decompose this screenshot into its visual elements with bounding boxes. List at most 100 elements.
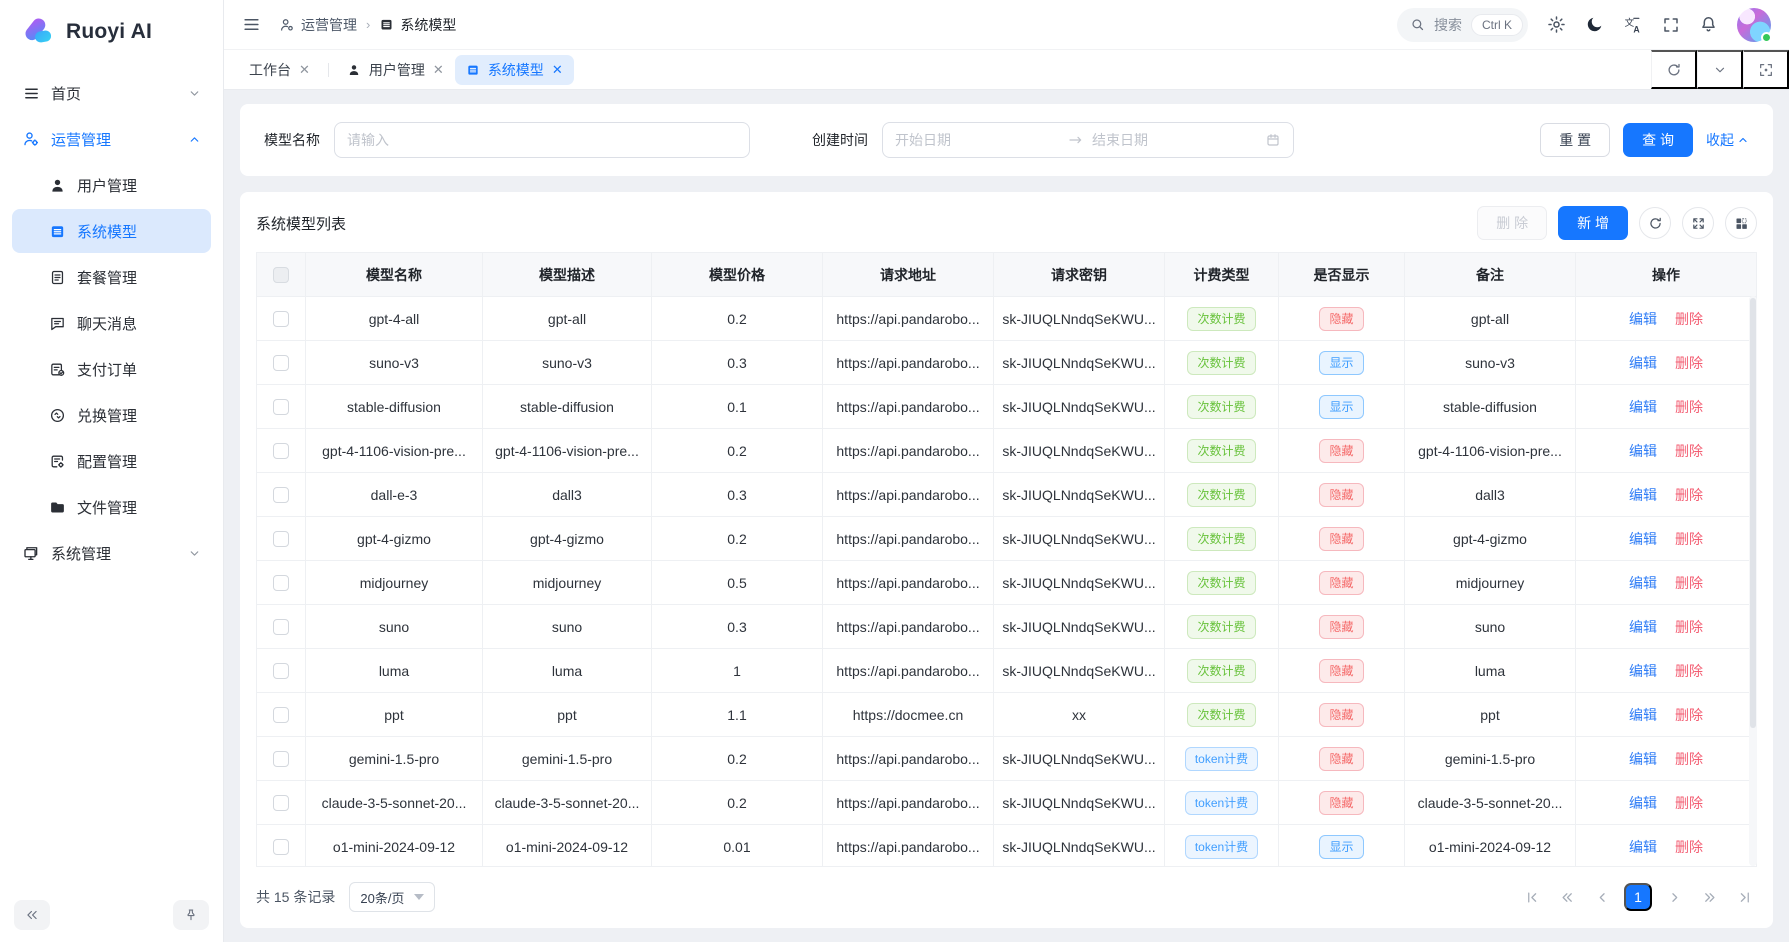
sidebar-item-operations[interactable]: 运营管理 xyxy=(12,117,211,161)
model-list-icon xyxy=(466,63,480,77)
row-checkbox[interactable] xyxy=(273,311,289,327)
sidebar-item-system-models[interactable]: 系统模型 xyxy=(12,209,211,253)
settings-gear-icon[interactable] xyxy=(1547,15,1566,34)
row-checkbox[interactable] xyxy=(273,839,289,855)
sidebar-item-chat-messages[interactable]: 聊天消息 xyxy=(12,301,211,345)
edit-link[interactable]: 编辑 xyxy=(1629,575,1657,591)
table-scrollbar[interactable] xyxy=(1749,296,1757,866)
row-checkbox[interactable] xyxy=(273,487,289,503)
sidebar-item-home[interactable]: 首页 xyxy=(12,71,211,115)
date-range-input[interactable]: 开始日期 结束日期 xyxy=(882,122,1294,158)
fullscreen-icon[interactable] xyxy=(1662,16,1680,34)
sidebar-item-payment-orders[interactable]: 支付订单 xyxy=(12,347,211,391)
reset-button[interactable]: 重 置 xyxy=(1540,123,1610,157)
tab-user-management[interactable]: 用户管理 ✕ xyxy=(336,55,455,85)
refresh-icon[interactable] xyxy=(1639,207,1671,239)
table-fullscreen-icon[interactable] xyxy=(1682,207,1714,239)
sidebar-item-user-management[interactable]: 用户管理 xyxy=(12,163,211,207)
row-checkbox[interactable] xyxy=(273,575,289,591)
notifications-bell-icon[interactable] xyxy=(1699,15,1718,34)
delete-link[interactable]: 删除 xyxy=(1675,707,1703,723)
visibility-badge: 隐藏 xyxy=(1319,527,1363,551)
delete-link[interactable]: 删除 xyxy=(1675,619,1703,635)
collapse-sidebar-button[interactable] xyxy=(14,900,50,930)
edit-link[interactable]: 编辑 xyxy=(1629,839,1657,855)
first-page-button[interactable] xyxy=(1519,884,1545,910)
brand[interactable]: Ruoyi AI xyxy=(0,0,223,61)
refresh-icon[interactable] xyxy=(1651,50,1697,89)
jump-forward-button[interactable] xyxy=(1696,884,1722,910)
collapse-filter-link[interactable]: 收起 xyxy=(1706,130,1749,150)
cell-remark: o1-mini-2024-09-12 xyxy=(1405,825,1576,868)
edit-link[interactable]: 编辑 xyxy=(1629,707,1657,723)
page-size-select[interactable]: 20条/页 xyxy=(349,882,435,912)
delete-link[interactable]: 删除 xyxy=(1675,487,1703,503)
row-checkbox[interactable] xyxy=(273,707,289,723)
edit-link[interactable]: 编辑 xyxy=(1629,663,1657,679)
dark-mode-moon-icon[interactable] xyxy=(1585,15,1604,34)
global-search-input[interactable]: 搜索 Ctrl K xyxy=(1397,8,1528,42)
select-all-checkbox[interactable] xyxy=(273,267,289,283)
close-icon[interactable]: ✕ xyxy=(433,63,444,76)
jump-back-button[interactable] xyxy=(1554,884,1580,910)
delete-link[interactable]: 删除 xyxy=(1675,355,1703,371)
row-checkbox[interactable] xyxy=(273,355,289,371)
edit-link[interactable]: 编辑 xyxy=(1629,619,1657,635)
delete-link[interactable]: 删除 xyxy=(1675,575,1703,591)
scrollbar-thumb[interactable] xyxy=(1750,298,1756,728)
delete-link[interactable]: 删除 xyxy=(1675,311,1703,327)
row-checkbox[interactable] xyxy=(273,751,289,767)
add-button[interactable]: 新 增 xyxy=(1558,206,1628,240)
search-button[interactable]: 查 询 xyxy=(1623,123,1693,157)
column-settings-icon[interactable] xyxy=(1725,207,1757,239)
tab-workbench[interactable]: 工作台 ✕ xyxy=(238,55,321,85)
delete-link[interactable]: 删除 xyxy=(1675,443,1703,459)
close-icon[interactable]: ✕ xyxy=(299,63,310,76)
row-checkbox[interactable] xyxy=(273,399,289,415)
close-icon[interactable]: ✕ xyxy=(552,63,563,76)
delete-link[interactable]: 删除 xyxy=(1675,839,1703,855)
bulk-delete-button[interactable]: 删 除 xyxy=(1477,206,1547,240)
cell-model-price: 0.2 xyxy=(652,737,823,781)
prev-page-button[interactable] xyxy=(1589,884,1615,910)
current-page-button[interactable]: 1 xyxy=(1624,883,1652,911)
edit-link[interactable]: 编辑 xyxy=(1629,311,1657,327)
sidebar-item-config[interactable]: 配置管理 xyxy=(12,439,211,483)
edit-link[interactable]: 编辑 xyxy=(1629,795,1657,811)
next-page-button[interactable] xyxy=(1661,884,1687,910)
row-checkbox[interactable] xyxy=(273,663,289,679)
edit-link[interactable]: 编辑 xyxy=(1629,751,1657,767)
billing-type-badge: token计费 xyxy=(1185,791,1258,815)
edit-link[interactable]: 编辑 xyxy=(1629,487,1657,503)
delete-link[interactable]: 删除 xyxy=(1675,795,1703,811)
edit-link[interactable]: 编辑 xyxy=(1629,443,1657,459)
user-avatar[interactable] xyxy=(1737,8,1771,42)
sidebar-item-packages[interactable]: 套餐管理 xyxy=(12,255,211,299)
breadcrumb-system-models[interactable]: 系统模型 xyxy=(379,15,456,35)
hamburger-menu-icon[interactable] xyxy=(242,15,261,34)
row-checkbox[interactable] xyxy=(273,795,289,811)
edit-link[interactable]: 编辑 xyxy=(1629,399,1657,415)
delete-link[interactable]: 删除 xyxy=(1675,531,1703,547)
tab-system-models[interactable]: 系统模型 ✕ xyxy=(455,55,574,85)
sidebar-item-redeem[interactable]: 兑换管理 xyxy=(12,393,211,437)
row-checkbox[interactable] xyxy=(273,531,289,547)
row-checkbox[interactable] xyxy=(273,443,289,459)
table-footer: 共 15 条记录 20条/页 1 xyxy=(256,867,1757,914)
edit-link[interactable]: 编辑 xyxy=(1629,531,1657,547)
sidebar-item-files[interactable]: 文件管理 xyxy=(12,485,211,529)
pin-sidebar-button[interactable] xyxy=(173,900,209,930)
model-name-input[interactable]: 请输入 xyxy=(334,122,750,158)
delete-link[interactable]: 删除 xyxy=(1675,399,1703,415)
chevron-down-icon[interactable] xyxy=(1697,50,1743,89)
edit-link[interactable]: 编辑 xyxy=(1629,355,1657,371)
cell-model-name: ppt xyxy=(306,693,483,737)
delete-link[interactable]: 删除 xyxy=(1675,663,1703,679)
content-fullscreen-icon[interactable] xyxy=(1743,50,1789,89)
language-translate-icon[interactable]: 文A xyxy=(1623,15,1643,35)
last-page-button[interactable] xyxy=(1731,884,1757,910)
delete-link[interactable]: 删除 xyxy=(1675,751,1703,767)
breadcrumb-operations[interactable]: 运营管理 xyxy=(279,15,357,35)
row-checkbox[interactable] xyxy=(273,619,289,635)
sidebar-item-system-management[interactable]: 系统管理 xyxy=(12,531,211,575)
